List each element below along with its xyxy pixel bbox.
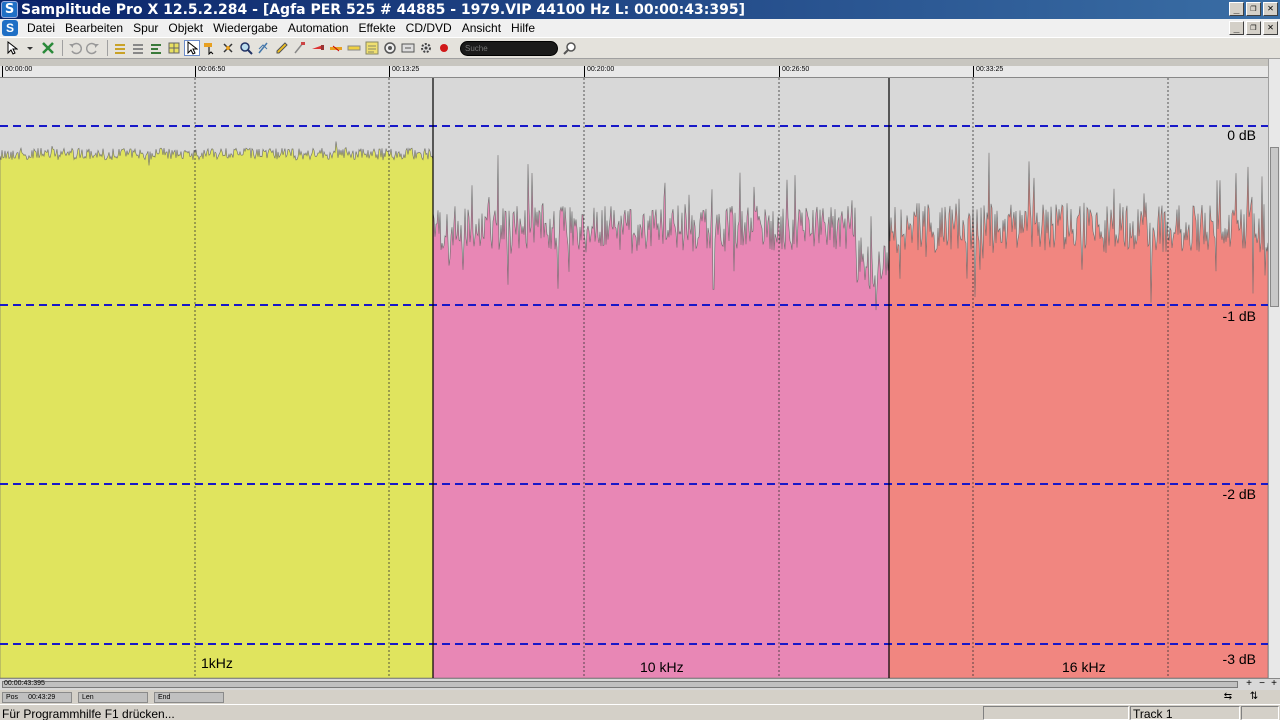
doc-close-button[interactable]: ✕ — [1263, 21, 1278, 35]
window-title: Samplitude Pro X 12.5.2.284 - [Agfa PER … — [21, 1, 745, 18]
len-field[interactable]: Len — [78, 691, 148, 703]
horizontal-scrollbar-thumb[interactable] — [2, 681, 1238, 688]
marker-icon[interactable] — [346, 40, 362, 56]
clip-icon[interactable] — [364, 40, 380, 56]
menu-ansicht[interactable]: Ansicht — [457, 21, 506, 35]
align-icon[interactable] — [148, 40, 164, 56]
toolbar-separator — [62, 40, 63, 56]
db-label-0: 0 dB — [1227, 127, 1256, 143]
ruler-tick: 00:00:00 — [2, 66, 32, 77]
status-cell — [983, 706, 1129, 720]
ruler-tick: 00:13:25 — [389, 66, 419, 77]
object-label-16khz: 16 kHz — [1062, 659, 1106, 675]
db-label-1: -1 dB — [1222, 308, 1256, 324]
toolbar-separator — [107, 40, 108, 56]
status-track: Track 1 — [1133, 707, 1173, 720]
doc-restore-button[interactable]: ❐ — [1246, 21, 1261, 35]
object-label-10khz: 10 kHz — [640, 659, 684, 675]
status-help-text: Für Programmhilfe F1 drücken... — [2, 707, 175, 720]
vertical-scrollbar[interactable] — [1268, 59, 1280, 678]
status-cell — [1241, 706, 1279, 720]
restore-button[interactable]: ❐ — [1246, 2, 1261, 16]
range-tool-icon[interactable] — [202, 40, 218, 56]
list2-icon[interactable] — [130, 40, 146, 56]
menu-cd-dvd[interactable]: CD/DVD — [401, 21, 457, 35]
move-tool-icon[interactable] — [220, 40, 236, 56]
end-label: End — [158, 693, 171, 701]
zoom-out-icon[interactable]: − — [1256, 679, 1268, 690]
pencil-tool-icon[interactable] — [274, 40, 290, 56]
scrub-icon[interactable] — [400, 40, 416, 56]
pos-label: Pos — [6, 693, 19, 701]
position-bar: Pos 00:43:29 Len End ⇆ ⇅ — [0, 690, 1280, 704]
status-bar: Für Programmhilfe F1 drücken... Track 1 — [0, 704, 1280, 720]
title-bar: S Samplitude Pro X 12.5.2.284 - [Agfa PE… — [0, 0, 1280, 19]
loop-icon[interactable] — [382, 40, 398, 56]
object-10khz-waveform — [432, 155, 890, 678]
toolbar — [0, 37, 1280, 59]
menu-datei[interactable]: Datei — [22, 21, 60, 35]
menu-bar: S Datei Bearbeiten Spur Objekt Wiedergab… — [0, 19, 1280, 37]
menu-automation[interactable]: Automation — [283, 21, 354, 35]
dropdown-icon[interactable] — [22, 40, 38, 56]
menu-bearbeiten[interactable]: Bearbeiten — [60, 21, 128, 35]
search-input[interactable] — [460, 40, 558, 56]
end-field[interactable]: End — [154, 691, 224, 703]
ruler-tick: 00:06:50 — [195, 66, 225, 77]
len-label: Len — [82, 693, 94, 701]
waveform-display[interactable] — [0, 78, 1268, 678]
ruler-header — [0, 59, 1268, 66]
zoom-reset-icon[interactable]: + — [1268, 679, 1280, 690]
timeline-ruler[interactable]: 00:00:00 00:06:50 00:13:25 00:20:00 00:2… — [0, 66, 1268, 78]
vertical-scrollbar-thumb[interactable] — [1270, 147, 1279, 307]
scissors-tool-icon[interactable] — [328, 40, 344, 56]
grid-icon[interactable] — [166, 40, 182, 56]
pos-field[interactable]: Pos 00:43:29 — [2, 691, 72, 703]
scroll-lock-icon[interactable]: ⇆ — [1222, 692, 1234, 703]
menu-objekt[interactable]: Objekt — [163, 21, 208, 35]
ruler-tick: 00:20:00 — [584, 66, 614, 77]
knife-tool-icon[interactable] — [310, 40, 326, 56]
undo-icon[interactable] — [67, 40, 83, 56]
db-label-2: -2 dB — [1222, 486, 1256, 502]
object-label-1khz: 1kHz — [201, 655, 233, 671]
menu-spur[interactable]: Spur — [128, 21, 163, 35]
list-icon[interactable] — [112, 40, 128, 56]
horizontal-scrollbar[interactable]: 00:00:43:395 + − + — [0, 678, 1280, 690]
zoom-in-icon[interactable]: + — [1243, 679, 1255, 690]
app-icon[interactable]: S — [1, 1, 18, 18]
zoom-tool-icon[interactable] — [238, 40, 254, 56]
menu-wiedergabe[interactable]: Wiedergabe — [208, 21, 283, 35]
document-icon[interactable]: S — [2, 20, 18, 36]
record-icon[interactable] — [436, 40, 452, 56]
redo-icon[interactable] — [85, 40, 101, 56]
ruler-tick: 00:26:50 — [779, 66, 809, 77]
object-1khz-waveform — [0, 141, 434, 678]
db-label-3: -3 dB — [1222, 651, 1256, 667]
pointer-icon[interactable] — [4, 40, 20, 56]
minimize-button[interactable]: _ — [1229, 2, 1244, 16]
track-area[interactable]: 0 dB -1 dB -2 dB -3 dB 1kHz 10 kHz 16 kH… — [0, 78, 1268, 678]
eraser-tool-icon[interactable] — [292, 40, 308, 56]
pos-value: 00:43:29 — [28, 693, 56, 701]
ruler-tick: 00:33:25 — [973, 66, 1003, 77]
scroll-position-readout: 00:00:43:395 — [4, 680, 45, 687]
close-button[interactable]: ✕ — [1263, 2, 1278, 16]
object-16khz-waveform — [888, 152, 1268, 678]
select-tool-icon[interactable] — [184, 40, 200, 56]
doc-minimize-button[interactable]: _ — [1229, 21, 1244, 35]
fit-icon[interactable]: ⇅ — [1248, 692, 1260, 703]
menu-hilfe[interactable]: Hilfe — [506, 21, 540, 35]
close-x-icon[interactable] — [40, 40, 56, 56]
settings-gear-icon[interactable] — [418, 40, 434, 56]
draw-tool-icon[interactable] — [256, 40, 272, 56]
menu-effekte[interactable]: Effekte — [354, 21, 401, 35]
search-icon[interactable] — [562, 40, 578, 56]
